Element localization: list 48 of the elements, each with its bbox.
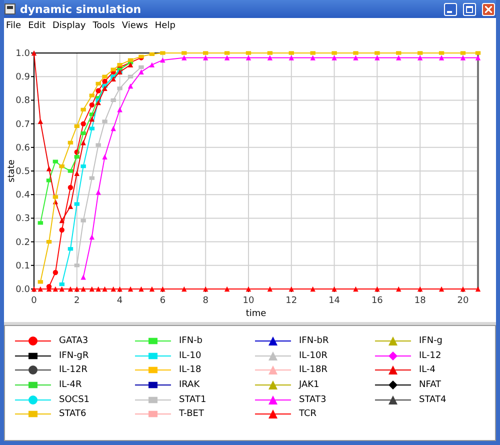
legend-label: STAT6: [59, 409, 86, 420]
legend-label: SOCS1: [59, 394, 90, 405]
legend-label: IFN-bR: [299, 336, 329, 346]
legend-label: STAT4: [419, 394, 446, 405]
tick-label: 18: [414, 296, 426, 306]
tick-label: 0.0: [16, 285, 30, 295]
tick-label: 0.1: [16, 261, 30, 272]
legend-label: IL-10R: [299, 350, 328, 361]
tick-label: 0.2: [16, 238, 30, 248]
legend-label: IL-12R: [59, 365, 88, 376]
tick-label: 20: [457, 296, 469, 306]
legend-label: IL-12: [419, 350, 442, 361]
window-title: dynamic simulation: [20, 2, 142, 16]
tick-label: 0.9: [16, 72, 30, 83]
tick-label: 0.4: [16, 190, 30, 201]
tick-label: 4: [116, 296, 123, 306]
legend-label: TCR: [299, 409, 317, 420]
legend-label: GATA3: [59, 336, 88, 346]
tick-label: 2: [74, 296, 80, 306]
legend-label: IFN-b: [179, 336, 203, 346]
tick-label: 0.8: [16, 96, 30, 106]
legend-label: STAT1: [179, 394, 206, 405]
legend-label: JAK1: [299, 380, 320, 390]
legend-label: IFN-gR: [59, 350, 89, 361]
legend-label: IL-18: [179, 365, 202, 376]
tick-label: 0.3: [16, 214, 30, 224]
tick-label: 12: [286, 296, 298, 306]
legend-label: IL-4: [419, 365, 436, 376]
legend-label: T-BET: [179, 409, 204, 420]
axis-label: time: [246, 309, 266, 319]
tick-label: 8: [202, 296, 208, 306]
legend-label: IL-10: [179, 350, 202, 361]
tick-label: 0.6: [16, 143, 30, 154]
tick-label: 1.0: [16, 49, 30, 59]
axis-label: state: [7, 160, 17, 182]
tick-label: 16: [371, 296, 383, 306]
legend-label: STAT3: [299, 394, 326, 405]
tick-label: 0.7: [16, 120, 30, 130]
tick-label: 14: [328, 296, 340, 306]
legend-label: IFN-g: [419, 336, 443, 346]
legend-label: NFAT: [419, 380, 442, 390]
legend-label: IL-18R: [299, 365, 328, 376]
tick-label: 6: [160, 296, 166, 306]
tick-label: 0.5: [16, 167, 30, 177]
tick-label: 0: [31, 296, 37, 306]
tick-label: 10: [242, 296, 254, 306]
legend-label: IRAK: [179, 380, 200, 390]
legend-label: IL-4R: [59, 380, 82, 390]
